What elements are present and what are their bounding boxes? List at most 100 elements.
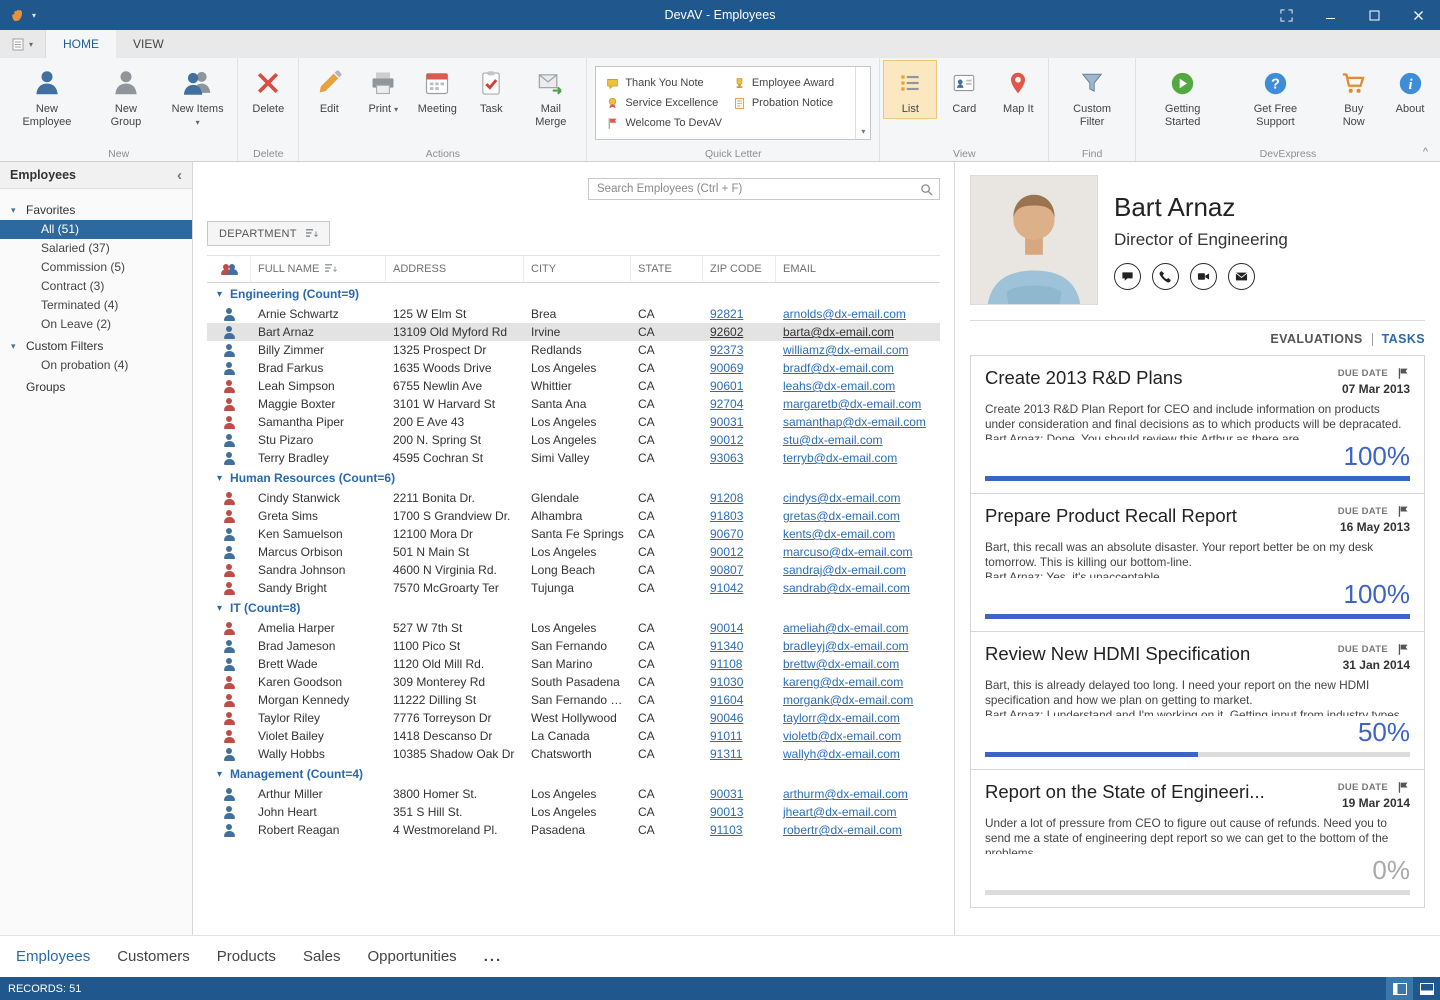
email-link[interactable]: kareng@dx-email.com — [783, 675, 903, 689]
layout-toggle-bottom-button[interactable] — [1413, 977, 1440, 1000]
sidebar-item-on-probation-4[interactable]: On probation (4) — [0, 356, 192, 375]
email-link[interactable]: violetb@dx-email.com — [783, 729, 901, 743]
app-menu-button[interactable]: ▾ — [0, 30, 46, 58]
tab-tasks[interactable]: TASKS — [1382, 332, 1425, 346]
email-link[interactable]: stu@dx-email.com — [783, 433, 883, 447]
employee-row-maggie-boxter[interactable]: Maggie Boxter3101 W Harvard StSanta AnaC… — [207, 395, 940, 413]
search-input[interactable] — [589, 183, 920, 195]
tree-section-custom-filters[interactable]: ▾Custom Filters — [0, 336, 192, 356]
zip-link[interactable]: 92821 — [710, 307, 743, 321]
collapse-sidebar-icon[interactable]: ‹ — [177, 167, 182, 184]
nav-item-customers[interactable]: Customers — [117, 948, 190, 965]
fullscreen-button[interactable] — [1264, 0, 1308, 30]
buy-now-button[interactable]: Buy Now — [1324, 60, 1383, 131]
employee-row-sandra-johnson[interactable]: Sandra Johnson4600 N Virginia Rd.Long Be… — [207, 561, 940, 579]
email-link[interactable]: marcuso@dx-email.com — [783, 545, 913, 559]
employee-row-wally-hobbs[interactable]: Wally Hobbs10385 Shadow Oak DrChatsworth… — [207, 745, 940, 763]
quick-letter-service-excellence[interactable]: Service Excellence — [602, 93, 729, 113]
email-link[interactable]: samanthap@dx-email.com — [783, 415, 926, 429]
sidebar-item-salaried-37[interactable]: Salaried (37) — [0, 239, 192, 258]
zip-link[interactable]: 91340 — [710, 639, 743, 653]
email-link[interactable]: taylorr@dx-email.com — [783, 711, 900, 725]
task-card-review-new-hdmi-specification[interactable]: Review New HDMI SpecificationDUE DATE31 … — [970, 631, 1425, 770]
email-link[interactable]: williamz@dx-email.com — [783, 343, 909, 357]
layout-toggle-left-button[interactable] — [1386, 977, 1413, 1000]
employee-row-brad-jameson[interactable]: Brad Jameson1100 Pico StSan FernandoCA91… — [207, 637, 940, 655]
zip-link[interactable]: 90013 — [710, 805, 743, 819]
zip-link[interactable]: 90014 — [710, 621, 743, 635]
email-link[interactable]: cindys@dx-email.com — [783, 491, 901, 505]
list-view-button[interactable]: List — [883, 60, 937, 119]
mail-merge-button[interactable]: Mail Merge — [518, 60, 583, 131]
employee-row-ken-samuelson[interactable]: Ken Samuelson12100 Mora DrSanta Fe Sprin… — [207, 525, 940, 543]
employee-row-taylor-riley[interactable]: Taylor Riley7776 Torreyson DrWest Hollyw… — [207, 709, 940, 727]
zip-link[interactable]: 91011 — [710, 729, 742, 743]
meeting-button[interactable]: Meeting — [410, 60, 464, 119]
email-link[interactable]: bradf@dx-email.com — [783, 361, 894, 375]
call-button[interactable] — [1152, 263, 1179, 290]
get-free-support-button[interactable]: ? Get Free Support — [1226, 60, 1324, 131]
column-header-full-name[interactable]: FULL NAME — [251, 256, 386, 282]
employee-row-brett-wade[interactable]: Brett Wade1120 Old Mill Rd.San MarinoCA9… — [207, 655, 940, 673]
zip-link[interactable]: 91042 — [710, 581, 743, 595]
email-link[interactable]: leahs@dx-email.com — [783, 379, 895, 393]
edit-button[interactable]: Edit — [302, 60, 356, 119]
sidebar-item-terminated-4[interactable]: Terminated (4) — [0, 296, 192, 315]
zip-link[interactable]: 93063 — [710, 451, 743, 465]
message-button[interactable] — [1114, 263, 1141, 290]
email-link[interactable]: jheart@dx-email.com — [783, 805, 897, 819]
column-header-email[interactable]: EMAIL — [776, 256, 940, 282]
sidebar-item-contract-3[interactable]: Contract (3) — [0, 277, 192, 296]
nav-item-employees[interactable]: Employees — [16, 948, 90, 965]
new-employee-button[interactable]: New Employee — [3, 60, 91, 131]
tab-view[interactable]: VIEW — [116, 30, 181, 58]
group-row-human-resources-count-6[interactable]: ▾Human Resources (Count=6) — [207, 467, 940, 489]
task-card-report-on-the-state-of-engineeri[interactable]: Report on the State of Engineeri...DUE D… — [970, 769, 1425, 908]
email-link[interactable]: sandrab@dx-email.com — [783, 581, 910, 595]
nav-item-products[interactable]: Products — [217, 948, 276, 965]
zip-link[interactable]: 91803 — [710, 509, 743, 523]
employee-row-terry-bradley[interactable]: Terry Bradley4595 Cochran StSimi ValleyC… — [207, 449, 940, 467]
email-link[interactable]: morgank@dx-email.com — [783, 693, 913, 707]
sidebar-item-all-51[interactable]: All (51) — [0, 220, 192, 239]
group-row-it-count-8[interactable]: ▾IT (Count=8) — [207, 597, 940, 619]
email-link[interactable]: barta@dx-email.com — [783, 325, 894, 339]
getting-started-button[interactable]: Getting Started — [1139, 60, 1226, 131]
nav-item-opportunities[interactable]: Opportunities — [367, 948, 456, 965]
tree-section-groups[interactable]: Groups — [0, 377, 192, 397]
delete-button[interactable]: Delete — [241, 60, 295, 119]
quick-letter-thank-you-note[interactable]: Thank You Note — [602, 73, 729, 93]
new-items-button[interactable]: New Items ▾ — [161, 60, 234, 131]
email-link[interactable]: arnolds@dx-email.com — [783, 307, 906, 321]
nav-item-sales[interactable]: Sales — [303, 948, 341, 965]
employee-row-john-heart[interactable]: John Heart351 S Hill St.Los AngelesCA900… — [207, 803, 940, 821]
task-card-prepare-product-recall-report[interactable]: Prepare Product Recall ReportDUE DATE16 … — [970, 493, 1425, 632]
quick-letter-probation-notice[interactable]: Probation Notice — [729, 93, 856, 113]
email-link[interactable]: terryb@dx-email.com — [783, 451, 897, 465]
tab-evaluations[interactable]: EVALUATIONS — [1270, 332, 1362, 346]
about-button[interactable]: i About — [1383, 60, 1437, 119]
column-header-zip-code[interactable]: ZIP CODE — [703, 256, 776, 282]
group-row-engineering-count-9[interactable]: ▾Engineering (Count=9) — [207, 283, 940, 305]
zip-link[interactable]: 91604 — [710, 693, 743, 707]
email-link[interactable]: kents@dx-email.com — [783, 527, 895, 541]
zip-link[interactable]: 91030 — [710, 675, 743, 689]
employee-row-bart-arnaz[interactable]: Bart Arnaz13109 Old Myford RdIrvineCA926… — [207, 323, 940, 341]
employee-row-marcus-orbison[interactable]: Marcus Orbison501 N Main StLos AngelesCA… — [207, 543, 940, 561]
zip-link[interactable]: 90069 — [710, 361, 743, 375]
email-link[interactable]: margaretb@dx-email.com — [783, 397, 921, 411]
employee-row-violet-bailey[interactable]: Violet Bailey1418 Descanso DrLa CanadaCA… — [207, 727, 940, 745]
group-row-management-count-4[interactable]: ▾Management (Count=4) — [207, 763, 940, 785]
email-link[interactable]: brettw@dx-email.com — [783, 657, 899, 671]
email-link[interactable]: bradleyj@dx-email.com — [783, 639, 909, 653]
zip-link[interactable]: 91108 — [710, 657, 742, 671]
employee-row-arnie-schwartz[interactable]: Arnie Schwartz125 W Elm StBreaCA92821arn… — [207, 305, 940, 323]
email-link[interactable]: gretas@dx-email.com — [783, 509, 900, 523]
zip-link[interactable]: 90012 — [710, 545, 743, 559]
employee-row-leah-simpson[interactable]: Leah Simpson6755 Newlin AveWhittierCA906… — [207, 377, 940, 395]
card-view-button[interactable]: Card — [937, 60, 991, 119]
zip-link[interactable]: 91311 — [710, 747, 742, 761]
zip-link[interactable]: 90601 — [710, 379, 743, 393]
zip-link[interactable]: 90670 — [710, 527, 743, 541]
email-link[interactable]: arthurm@dx-email.com — [783, 787, 908, 801]
